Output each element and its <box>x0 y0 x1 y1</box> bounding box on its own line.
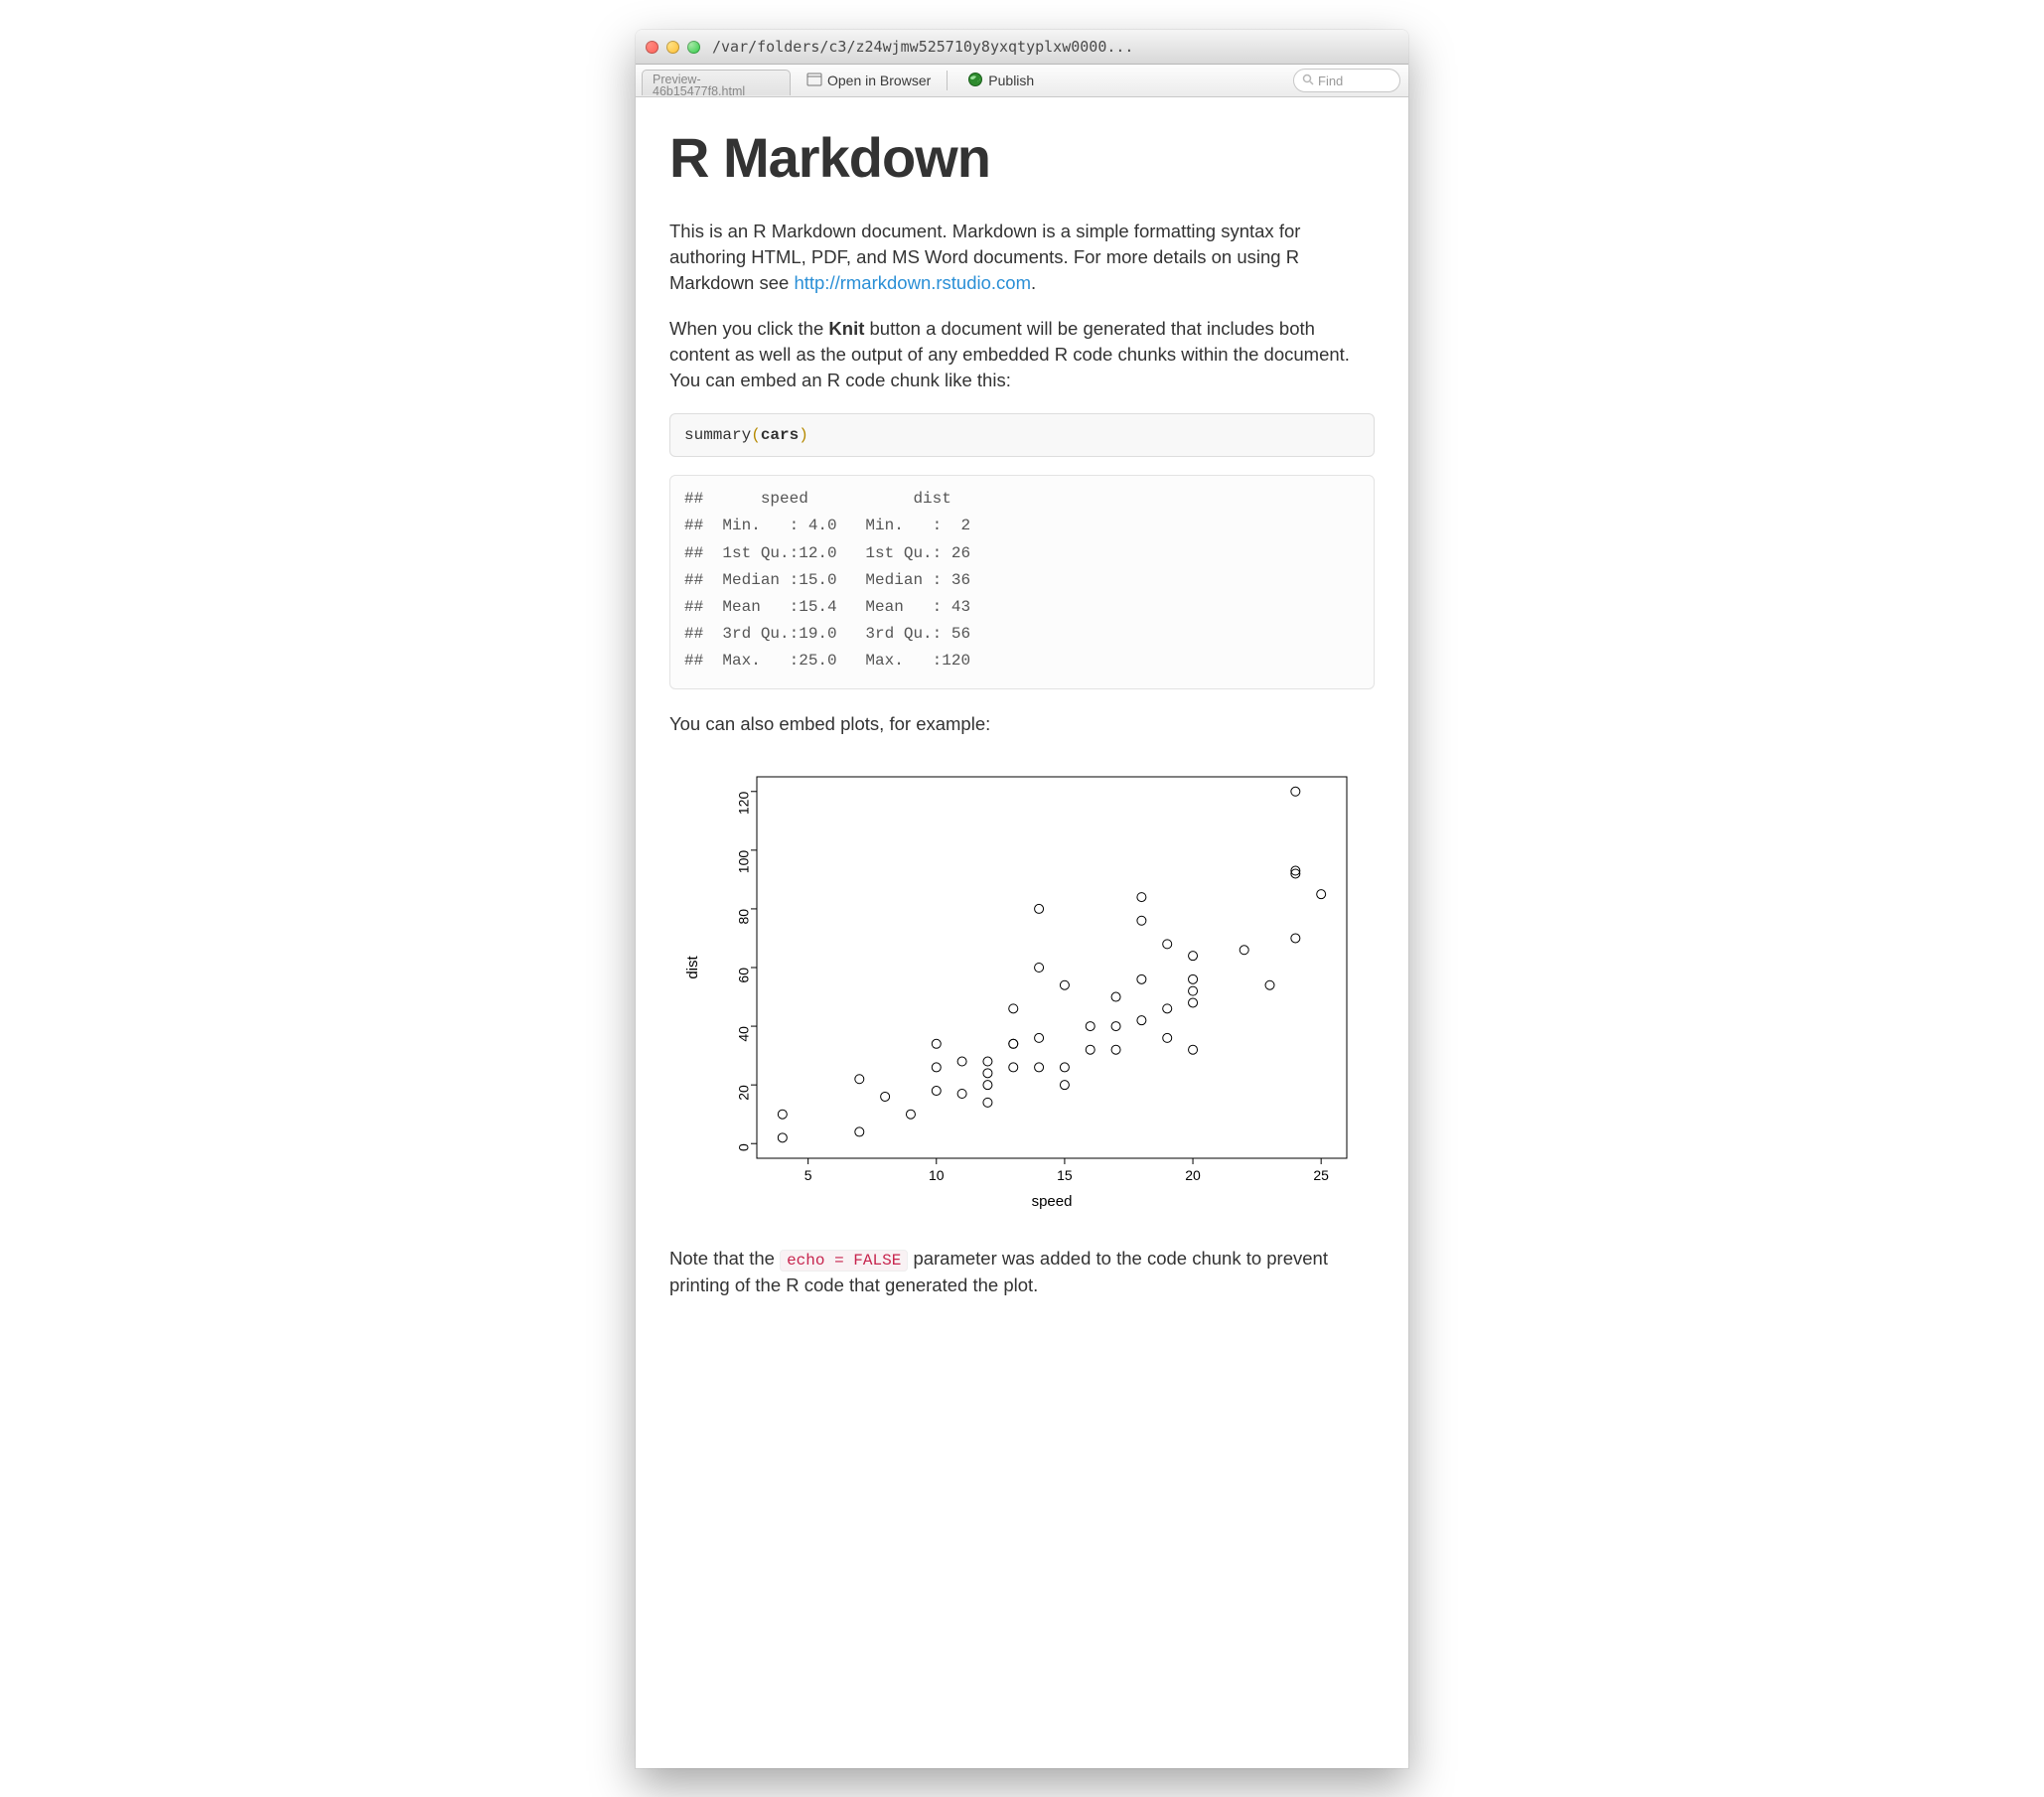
knit-text-1: When you click the <box>669 318 828 339</box>
code-fn: summary <box>684 426 751 444</box>
svg-text:10: 10 <box>929 1167 945 1183</box>
svg-text:20: 20 <box>736 1085 752 1101</box>
plot-container: 5 10 15 20 25 0 20 40 60 80 100 120 speed dist <box>669 763 1375 1220</box>
window-title-path: /var/folders/c3/z24wjmw525710y8yxqtyplxw… <box>712 38 1398 56</box>
svg-text:20: 20 <box>1185 1167 1201 1183</box>
publish-button[interactable]: Publish <box>959 70 1042 92</box>
page-title: R Markdown <box>669 119 1375 197</box>
globe-icon <box>967 72 983 90</box>
preview-tab[interactable]: Preview- 46b15477f8.html <box>642 70 791 95</box>
browser-icon <box>806 72 822 90</box>
publish-label: Publish <box>988 73 1034 88</box>
code-chunk-summary: summary(cars) <box>669 413 1375 457</box>
find-input[interactable]: Find <box>1293 69 1400 92</box>
code-paren-open: ( <box>751 426 761 444</box>
window-controls <box>646 41 700 54</box>
code-paren-close: ) <box>799 426 808 444</box>
echo-text-1: Note that the <box>669 1248 780 1269</box>
search-icon <box>1302 74 1314 88</box>
code-output-summary: ## speed dist ## Min. : 4.0 Min. : 2 ## … <box>669 475 1375 689</box>
svg-text:120: 120 <box>736 792 752 816</box>
svg-text:0: 0 <box>736 1143 752 1151</box>
toolbar: Preview- 46b15477f8.html Open in Browser <box>636 65 1408 97</box>
knit-strong: Knit <box>828 318 864 339</box>
preview-window: /var/folders/c3/z24wjmw525710y8yxqtyplxw… <box>636 30 1408 1768</box>
open-in-browser-label: Open in Browser <box>827 73 931 88</box>
code-arg: cars <box>761 426 799 444</box>
svg-text:5: 5 <box>804 1167 812 1183</box>
svg-text:40: 40 <box>736 1026 752 1042</box>
svg-text:dist: dist <box>684 956 701 979</box>
knit-paragraph: When you click the Knit button a documen… <box>669 316 1375 393</box>
titlebar: /var/folders/c3/z24wjmw525710y8yxqtyplxw… <box>636 30 1408 65</box>
zoom-window-button[interactable] <box>687 41 700 54</box>
find-placeholder: Find <box>1318 74 1391 88</box>
close-window-button[interactable] <box>646 41 658 54</box>
svg-text:speed: speed <box>1032 1193 1073 1210</box>
svg-text:80: 80 <box>736 909 752 925</box>
intro-text-2: . <box>1031 272 1036 293</box>
document-body: R Markdown This is an R Markdown documen… <box>636 97 1408 1348</box>
minimize-window-button[interactable] <box>666 41 679 54</box>
svg-text:25: 25 <box>1313 1167 1329 1183</box>
echo-note-paragraph: Note that the echo = FALSE parameter was… <box>669 1246 1375 1297</box>
svg-text:60: 60 <box>736 968 752 983</box>
inline-code-echo: echo = FALSE <box>780 1250 908 1272</box>
cars-scatter-plot: 5 10 15 20 25 0 20 40 60 80 100 120 speed dist <box>679 763 1365 1220</box>
plot-intro-paragraph: You can also embed plots, for example: <box>669 711 1375 737</box>
svg-text:15: 15 <box>1057 1167 1073 1183</box>
intro-paragraph: This is an R Markdown document. Markdown… <box>669 219 1375 296</box>
svg-text:100: 100 <box>736 850 752 874</box>
toolbar-separator <box>947 71 948 90</box>
open-in-browser-button[interactable]: Open in Browser <box>799 70 939 92</box>
rmarkdown-link[interactable]: http://rmarkdown.rstudio.com <box>794 272 1031 293</box>
